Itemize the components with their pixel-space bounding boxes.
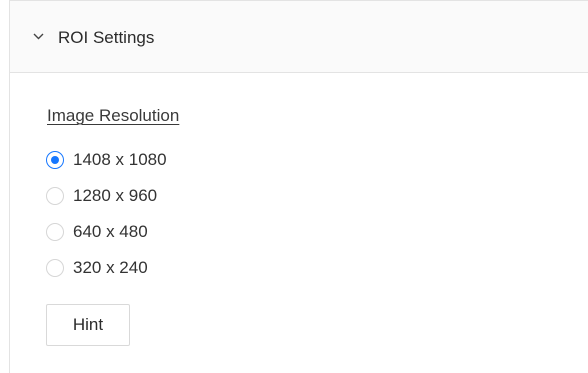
image-resolution-label: Image Resolution — [47, 106, 180, 125]
radio-option-640x480[interactable]: 640 x 480 — [46, 218, 148, 246]
panel-title: ROI Settings — [58, 28, 155, 47]
radio-button[interactable] — [46, 259, 64, 277]
radio-option-1280x960[interactable]: 1280 x 960 — [46, 182, 157, 210]
radio-option-320x240[interactable]: 320 x 240 — [46, 254, 148, 282]
radio-label: 320 x 240 — [73, 258, 148, 277]
radio-label: 1280 x 960 — [73, 186, 158, 205]
radio-button[interactable] — [46, 223, 64, 241]
radio-label: 1408 x 1080 — [73, 150, 167, 169]
radio-button-checked[interactable] — [46, 151, 64, 169]
chevron-down-icon — [33, 33, 44, 40]
roi-settings-header[interactable]: ROI Settings — [10, 1, 588, 73]
radio-label: 640 x 480 — [73, 222, 148, 241]
radio-option-1408x1080[interactable]: 1408 x 1080 — [46, 146, 167, 174]
hint-button[interactable]: Hint — [46, 304, 130, 346]
radio-button[interactable] — [46, 187, 64, 205]
